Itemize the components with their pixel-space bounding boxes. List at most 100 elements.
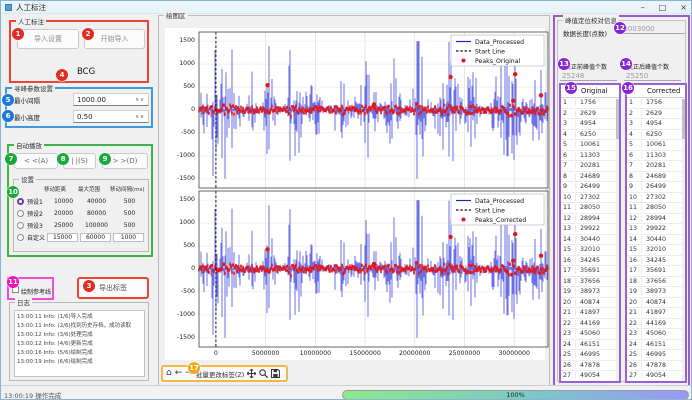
table-row[interactable]: 11756 bbox=[627, 98, 685, 109]
table-row[interactable]: 611303 bbox=[561, 151, 619, 162]
radio-selected[interactable] bbox=[17, 198, 24, 205]
table-row[interactable]: 2141897 bbox=[561, 308, 619, 319]
autoplay-settings-group: 设置 移动距离 最大范围 移动间隔(ms) 预设11000040000500预设… bbox=[13, 179, 149, 252]
home-icon[interactable]: ⌂ bbox=[166, 367, 172, 380]
autoplay-prev-button[interactable]: < <(A) bbox=[14, 153, 58, 169]
table-row[interactable]: 510061 bbox=[561, 140, 619, 151]
table-row[interactable]: 2345060 bbox=[561, 329, 619, 340]
table-row[interactable]: 1634245 bbox=[561, 256, 619, 267]
after-count-field[interactable]: 25250 bbox=[624, 72, 681, 81]
peak-value: 11303 bbox=[576, 152, 600, 159]
radio-unselected[interactable] bbox=[17, 210, 24, 217]
table-row[interactable]: 1027302 bbox=[561, 193, 619, 204]
preset-row[interactable]: 预设11000040000500 bbox=[17, 196, 149, 207]
table-row[interactable]: 2749054 bbox=[627, 371, 685, 382]
table-row[interactable]: 1938973 bbox=[627, 287, 685, 298]
table-row[interactable]: 2446151 bbox=[627, 340, 685, 351]
table-row[interactable]: 1329922 bbox=[561, 224, 619, 235]
table-row[interactable]: 22629 bbox=[561, 109, 619, 120]
table-row[interactable]: 2446151 bbox=[561, 340, 619, 351]
table-row[interactable]: 2141897 bbox=[627, 308, 685, 319]
batch-change-labels-button[interactable]: 批量更改标签(Z) bbox=[196, 369, 245, 379]
log-lines[interactable]: 13:00:11 Info: (1/6)导入完成13:00:11 Info: (… bbox=[14, 310, 145, 377]
maximize-button[interactable]: □ bbox=[659, 1, 667, 14]
table-row[interactable]: 1837656 bbox=[627, 277, 685, 288]
table-row[interactable]: 510061 bbox=[627, 140, 685, 151]
preset-row[interactable]: 预设22000080000500 bbox=[17, 208, 149, 219]
table-row[interactable]: 2040874 bbox=[561, 298, 619, 309]
back-icon[interactable]: ← bbox=[175, 367, 183, 380]
table-row[interactable]: 1027302 bbox=[627, 193, 685, 204]
table-row[interactable]: 2546995 bbox=[561, 350, 619, 361]
table-row[interactable]: 11756 bbox=[561, 98, 619, 109]
corrected-peaks-table[interactable]: Corrected 117562262934954462505100616113… bbox=[625, 83, 687, 383]
before-count-field[interactable]: 25248 bbox=[560, 72, 617, 81]
table-row[interactable]: 34954 bbox=[561, 119, 619, 130]
table-row[interactable]: 1837656 bbox=[561, 277, 619, 288]
table-row[interactable]: 611303 bbox=[627, 151, 685, 162]
table-row[interactable]: 824689 bbox=[627, 172, 685, 183]
row-index: 3 bbox=[561, 120, 576, 127]
preset-row[interactable]: 自定义15000600001000 bbox=[17, 232, 149, 243]
table-row[interactable]: 34954 bbox=[627, 119, 685, 130]
min-interval-spinner[interactable]: 1000.00 ∧∨ bbox=[73, 93, 149, 106]
import-settings-button[interactable]: 导入设置 bbox=[17, 29, 79, 49]
table-row[interactable]: 46250 bbox=[627, 130, 685, 141]
data-length-field[interactable]: 33003000 bbox=[617, 25, 685, 34]
original-peaks-table[interactable]: Original 1175622629349544625051006161130… bbox=[559, 83, 621, 383]
radio-unselected[interactable] bbox=[17, 234, 24, 241]
table-row[interactable]: 1532010 bbox=[627, 245, 685, 256]
table-row[interactable]: 1532010 bbox=[561, 245, 619, 256]
table-row[interactable]: 2647878 bbox=[561, 361, 619, 372]
peak-value: 6250 bbox=[642, 131, 662, 138]
table-row[interactable]: 1430440 bbox=[627, 235, 685, 246]
row-index: 16 bbox=[561, 257, 576, 264]
peak-value: 28994 bbox=[642, 215, 666, 222]
table-row[interactable]: 1329922 bbox=[627, 224, 685, 235]
original-table-scrollbar[interactable] bbox=[616, 99, 619, 383]
table-row[interactable]: 1128050 bbox=[561, 203, 619, 214]
table-row[interactable]: 720281 bbox=[561, 161, 619, 172]
close-button[interactable]: × bbox=[680, 1, 687, 14]
table-row[interactable]: 720281 bbox=[627, 161, 685, 172]
table-row[interactable]: 1228994 bbox=[627, 214, 685, 225]
chart-bottom[interactable]: Data_ProcessedStart LinePeaks_Corrected bbox=[159, 189, 551, 350]
table-row[interactable]: 2040874 bbox=[627, 298, 685, 309]
table-row[interactable]: 22629 bbox=[627, 109, 685, 120]
log-line: 13:00:11 Info: (2/6)找到历史存档，成功读取 bbox=[17, 322, 142, 331]
table-row[interactable]: 824689 bbox=[561, 172, 619, 183]
table-row[interactable]: 2244169 bbox=[627, 319, 685, 330]
table-row[interactable]: 1735691 bbox=[561, 266, 619, 277]
chart-top[interactable]: Data_ProcessedStart LinePeaks_Original bbox=[159, 30, 551, 191]
table-row[interactable]: 2546995 bbox=[627, 350, 685, 361]
table-row[interactable]: 1128050 bbox=[627, 203, 685, 214]
zoom-icon[interactable] bbox=[259, 369, 268, 378]
y-tick-label: 500 bbox=[164, 83, 195, 90]
peak-value: 34245 bbox=[642, 257, 666, 264]
preset-input[interactable]: 60000 bbox=[80, 233, 111, 242]
table-row[interactable]: 926499 bbox=[561, 182, 619, 193]
table-row[interactable]: 1430440 bbox=[561, 235, 619, 246]
table-row[interactable]: 46250 bbox=[561, 130, 619, 141]
table-row[interactable]: 1735691 bbox=[627, 266, 685, 277]
annotation-group-title: 人工标注 bbox=[16, 16, 46, 26]
table-row[interactable]: 1228994 bbox=[561, 214, 619, 225]
spinner-up-down-icon[interactable]: ∧∨ bbox=[135, 114, 145, 120]
preset-input[interactable]: 15000 bbox=[47, 233, 78, 242]
minimize-button[interactable]: – bbox=[641, 1, 645, 14]
save-icon[interactable] bbox=[271, 369, 280, 378]
table-row[interactable]: 2647878 bbox=[627, 361, 685, 372]
preset-input[interactable]: 1000 bbox=[113, 233, 144, 242]
table-row[interactable]: 1634245 bbox=[627, 256, 685, 267]
table-row[interactable]: 2345060 bbox=[627, 329, 685, 340]
preset-row[interactable]: 预设325000100000500 bbox=[17, 220, 149, 231]
corrected-table-scrollbar[interactable] bbox=[682, 99, 685, 383]
table-row[interactable]: 1938973 bbox=[561, 287, 619, 298]
spinner-up-down-icon[interactable]: ∧∨ bbox=[135, 97, 145, 103]
pan-icon[interactable] bbox=[247, 369, 256, 378]
min-height-spinner[interactable]: 0.50 ∧∨ bbox=[73, 110, 149, 123]
table-row[interactable]: 2749054 bbox=[561, 371, 619, 382]
radio-unselected[interactable] bbox=[17, 222, 24, 229]
table-row[interactable]: 2244169 bbox=[561, 319, 619, 330]
table-row[interactable]: 926499 bbox=[627, 182, 685, 193]
